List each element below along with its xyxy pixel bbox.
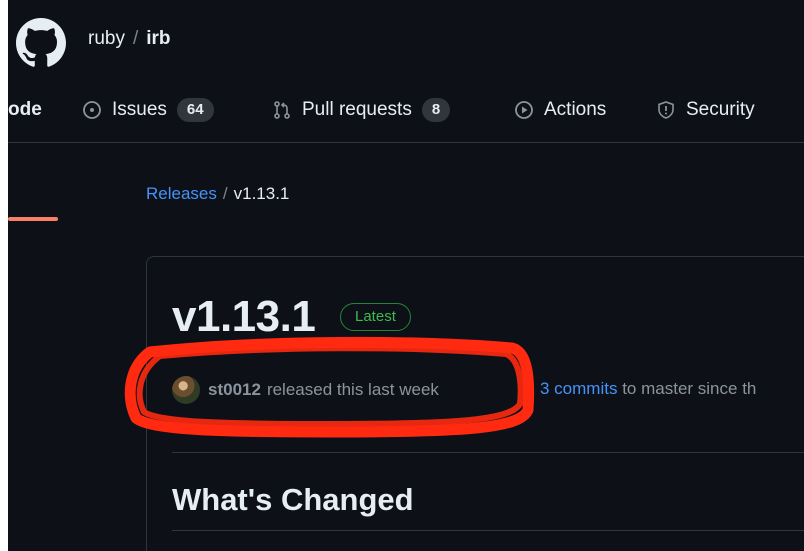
avatar[interactable] <box>172 376 200 404</box>
tab-pull-requests[interactable]: Pull requests 8 <box>272 94 451 126</box>
release-version-title[interactable]: v1.13.1 <box>172 292 316 342</box>
divider-2 <box>172 530 804 531</box>
repo-path-separator: / <box>132 28 139 49</box>
play-icon <box>515 101 533 119</box>
repo-path: ruby / irb <box>88 28 171 50</box>
repo-name-link[interactable]: irb <box>146 28 170 49</box>
tab-actions[interactable]: Actions <box>514 94 606 126</box>
commits-link[interactable]: 3 commits <box>540 379 617 398</box>
breadcrumb-current: v1.13.1 <box>233 184 290 203</box>
github-logo-icon[interactable] <box>16 18 66 68</box>
tab-code-label: ode <box>8 99 42 120</box>
tab-issues-label: Issues <box>112 99 167 120</box>
tab-security[interactable]: Security <box>656 94 755 126</box>
latest-badge: Latest <box>340 303 411 331</box>
breadcrumb-releases-link[interactable]: Releases <box>146 184 217 203</box>
commits-text: to master since th <box>622 379 757 398</box>
repo-nav-tabs: ode Issues 64 Pull requests 8 Actions Se… <box>8 80 804 221</box>
tab-actions-label: Actions <box>544 99 607 120</box>
tab-pull-requests-label: Pull requests <box>302 99 412 120</box>
breadcrumb-separator: / <box>222 184 228 203</box>
issue-icon <box>83 101 101 119</box>
divider <box>172 452 804 453</box>
github-release-page: ruby / irb ode Issues 64 Pull requests 8… <box>8 0 804 551</box>
repo-header: ruby / irb <box>8 0 804 80</box>
pull-request-icon <box>274 101 290 119</box>
author-link[interactable]: st0012 <box>208 380 261 400</box>
tab-code[interactable]: ode <box>8 94 42 126</box>
active-tab-indicator <box>8 217 58 221</box>
whats-changed-heading: What's Changed <box>172 482 414 517</box>
tab-security-label: Security <box>686 99 755 120</box>
tab-issues[interactable]: Issues 64 <box>82 94 214 126</box>
breadcrumb: Releases / v1.13.1 <box>146 184 289 204</box>
commits-summary: 3 commits to master since th <box>540 379 756 399</box>
pull-requests-count-badge: 8 <box>421 98 451 122</box>
released-text: released this last week <box>266 380 439 399</box>
release-meta: st0012 released this last week <box>172 376 439 404</box>
shield-icon <box>658 101 674 119</box>
repo-owner-link[interactable]: ruby <box>88 28 125 49</box>
issues-count-badge: 64 <box>176 98 214 122</box>
